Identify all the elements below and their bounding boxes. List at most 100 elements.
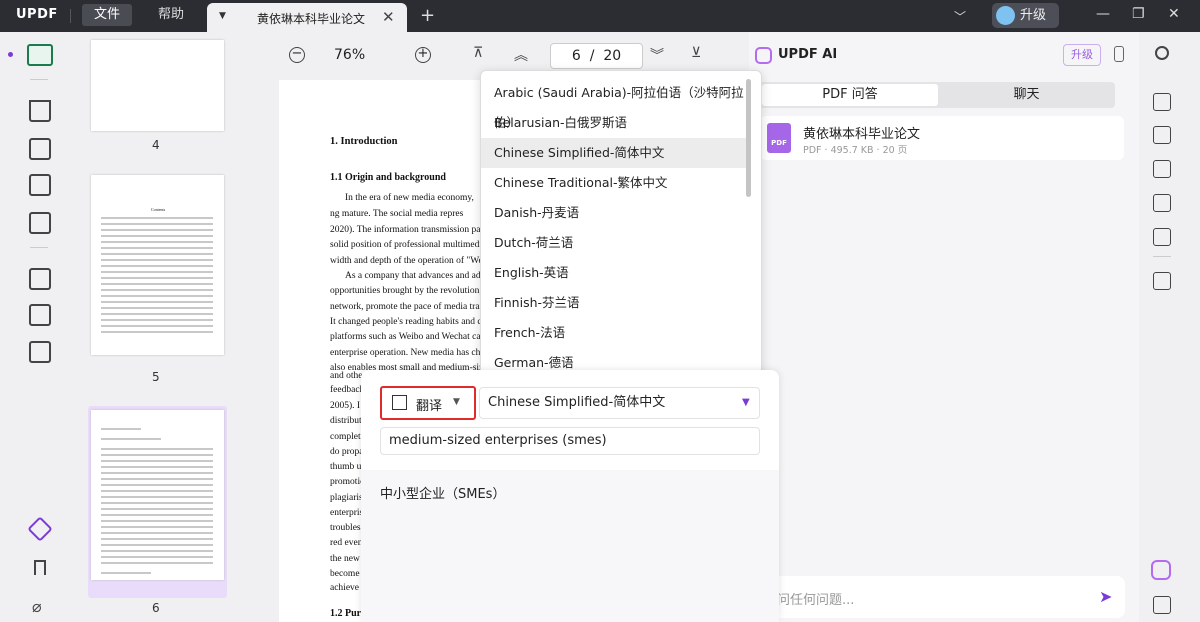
page-thumbnail[interactable]: Contents xyxy=(91,175,224,355)
ocr-icon[interactable] xyxy=(1153,93,1171,111)
doc-line: width and depth of the operation of "We … xyxy=(330,256,497,266)
doc-line: enterprise operation. New media has chan… xyxy=(330,348,495,358)
edit-tool-icon[interactable] xyxy=(29,138,51,160)
doc-line: platforms such as Weibo and Wechat ca xyxy=(330,332,481,342)
attachment-icon[interactable]: ⌀ xyxy=(32,597,42,616)
ai-file-card[interactable]: PDF 黄依琳本科毕业论文 PDF · 495.7 KB · 20 页 xyxy=(760,116,1124,160)
divider xyxy=(1153,256,1171,257)
page-number: 6 xyxy=(152,601,160,615)
tab-chat[interactable]: 聊天 xyxy=(940,84,1113,106)
heading: 1. Introduction xyxy=(330,136,398,147)
email-icon[interactable] xyxy=(1153,228,1171,246)
doc-line: distribut xyxy=(330,416,362,426)
close-icon[interactable]: ✕ xyxy=(1168,6,1180,22)
first-page-icon[interactable]: ⊼ xyxy=(473,45,483,61)
tab-dropdown-icon[interactable]: ▼ xyxy=(219,11,226,21)
language-option[interactable]: Danish-丹麦语 xyxy=(481,198,746,228)
prev-page-icon[interactable]: ︽ xyxy=(514,45,528,65)
doc-line: In the era of new media economy, xyxy=(345,193,474,203)
status-dot xyxy=(8,52,13,57)
reader-tool-icon[interactable] xyxy=(27,44,53,66)
highlight-tool-icon[interactable] xyxy=(29,100,51,122)
language-option[interactable]: Dutch-荷兰语 xyxy=(481,228,746,258)
doc-line: plagiaris xyxy=(330,493,363,503)
bookmark-icon[interactable] xyxy=(34,560,46,575)
page-number-input[interactable]: 6 / 20 xyxy=(550,43,643,69)
comment-icon[interactable] xyxy=(1153,596,1171,614)
file-meta: PDF · 495.7 KB · 20 页 xyxy=(803,145,908,156)
form-tool-icon[interactable] xyxy=(29,174,51,196)
upgrade-button[interactable]: 升级 xyxy=(992,3,1059,28)
language-option[interactable]: Finnish-芬兰语 xyxy=(481,288,746,318)
minimize-icon[interactable]: — xyxy=(1096,6,1110,22)
source-text-field[interactable]: medium-sized enterprises (smes) xyxy=(380,427,760,455)
right-toolbar xyxy=(1139,32,1200,622)
organize-pages-icon[interactable] xyxy=(29,268,51,290)
language-option[interactable]: English-英语 xyxy=(481,258,746,288)
new-tab-icon[interactable]: + xyxy=(420,5,435,26)
language-option[interactable]: Arabic (Saudi Arabia)-阿拉伯语（沙特阿拉伯） xyxy=(481,78,746,130)
doc-line: 2005). I xyxy=(330,401,361,411)
caret-down-icon: ▼ xyxy=(453,397,460,407)
clean-icon[interactable] xyxy=(1114,46,1124,62)
doc-line: the new xyxy=(330,554,360,564)
doc-line: opportunities brought by the revolution,… xyxy=(330,286,495,296)
updf-ai-logo-icon xyxy=(755,47,772,64)
divider xyxy=(70,9,71,23)
divider xyxy=(30,247,48,248)
target-language-select[interactable]: Chinese Simplified-简体中文 ▼ xyxy=(479,387,760,419)
title-bar: UPDF 文件 帮助 ▼ 黄依琳本科毕业论文 ✕ + ﹀ 升级 — ❐ ✕ xyxy=(0,0,1200,32)
language-option[interactable]: French-法语 xyxy=(481,318,746,348)
zoom-in-icon[interactable]: + xyxy=(415,47,431,63)
dropdown-scrollbar[interactable] xyxy=(746,79,751,197)
pdf-file-icon: PDF xyxy=(767,123,791,153)
convert-file-icon[interactable] xyxy=(1153,126,1171,144)
avatar xyxy=(996,6,1015,25)
caret-down-icon: ▼ xyxy=(742,397,750,408)
menu-file[interactable]: 文件 xyxy=(82,4,133,26)
page-number: 4 xyxy=(152,138,160,152)
language-dropdown[interactable]: Arabic (Saudi Arabia)-阿拉伯语（沙特阿拉伯） Belaru… xyxy=(480,70,762,386)
restore-icon[interactable]: ❐ xyxy=(1132,6,1145,22)
ai-question-input[interactable]: 问任何问题... ➤ xyxy=(769,576,1125,618)
translate-mode-button[interactable]: 翻译 ▼ xyxy=(380,386,476,420)
language-option[interactable]: Belarusian-白俄罗斯语 xyxy=(481,108,746,138)
protect-icon[interactable] xyxy=(1153,160,1171,178)
updf-logo: UPDF xyxy=(16,7,58,22)
sign-tool-icon[interactable] xyxy=(29,212,51,234)
updf-ai-icon[interactable] xyxy=(1151,560,1171,580)
zoom-level[interactable]: 76% xyxy=(334,47,365,63)
tab-close-icon[interactable]: ✕ xyxy=(382,8,395,26)
divider xyxy=(30,79,48,80)
doc-line: and othe xyxy=(330,371,363,381)
doc-line: 2020). The information transmission patt… xyxy=(330,225,490,235)
save-icon[interactable] xyxy=(1153,272,1171,290)
ai-upgrade-button[interactable]: 升级 xyxy=(1063,44,1101,66)
last-page-icon[interactable]: ⊻ xyxy=(691,45,701,61)
page-thumbnail[interactable] xyxy=(91,40,224,131)
chevron-down-icon[interactable]: ﹀ xyxy=(954,8,966,25)
zoom-out-icon[interactable]: − xyxy=(289,47,305,63)
document-tab[interactable]: ▼ 黄依琳本科毕业论文 ✕ xyxy=(207,3,407,32)
doc-line: become xyxy=(330,569,360,579)
search-icon[interactable] xyxy=(1155,46,1169,60)
file-name: 黄依琳本科毕业论文 xyxy=(803,127,921,142)
heading: 1.1 Origin and background xyxy=(330,172,446,183)
translate-icon xyxy=(392,395,407,410)
language-option[interactable]: Chinese Traditional-繁体中文 xyxy=(481,168,746,198)
send-icon[interactable]: ➤ xyxy=(1099,587,1112,606)
language-option[interactable]: Chinese Simplified-简体中文 xyxy=(481,138,746,168)
page-thumbnail[interactable] xyxy=(91,410,224,580)
doc-line: do propa xyxy=(330,447,364,457)
tab-pdf-qa[interactable]: PDF 问答 xyxy=(762,84,938,106)
doc-line: enterpris xyxy=(330,508,364,518)
convert-icon[interactable] xyxy=(29,341,51,363)
ai-title: UPDF AI xyxy=(778,47,838,62)
crop-icon[interactable] xyxy=(29,304,51,326)
thumbnail-title: Contents xyxy=(151,207,166,212)
next-page-icon[interactable]: ︾ xyxy=(650,45,664,65)
doc-line: ng mature. The social media repres xyxy=(330,209,464,219)
share-icon[interactable] xyxy=(1153,194,1171,212)
doc-line: As a company that advances and adv xyxy=(345,271,486,281)
menu-help[interactable]: 帮助 xyxy=(146,4,196,26)
